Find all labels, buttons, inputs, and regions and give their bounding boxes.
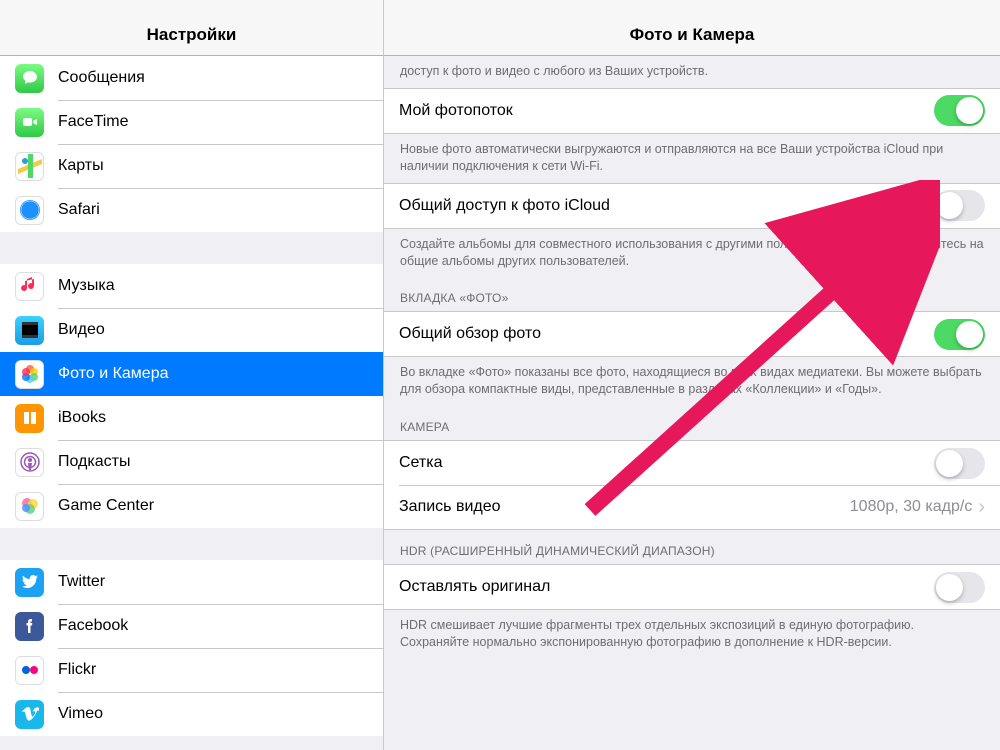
detail-pane: Фото и Камера доступ к фото и видео с лю… — [384, 0, 1000, 750]
facetime-icon — [15, 108, 44, 137]
icloud-sharing-label: Общий доступ к фото iCloud — [399, 197, 934, 215]
my-photostream-switch[interactable] — [934, 95, 985, 126]
keep-original-label: Оставлять оригинал — [399, 578, 934, 596]
summarize-photos-switch[interactable] — [934, 319, 985, 350]
sidebar-item-podcasts[interactable]: Подкасты — [0, 440, 383, 484]
sidebar-item-music[interactable]: Музыка — [0, 264, 383, 308]
detail-title: Фото и Камера — [630, 25, 755, 45]
summarize-photos-label: Общий обзор фото — [399, 325, 934, 343]
sidebar-item-label: Safari — [58, 201, 383, 219]
podcasts-icon — [15, 448, 44, 477]
keep-original-row[interactable]: Оставлять оригинал — [384, 565, 1000, 609]
summarize-photos-row[interactable]: Общий обзор фото — [384, 312, 1000, 356]
video-icon — [15, 316, 44, 345]
my-photostream-label: Мой фотопоток — [399, 102, 934, 120]
grid-row[interactable]: Сетка — [384, 441, 1000, 485]
sidebar-item-gamecenter[interactable]: Game Center — [0, 484, 383, 528]
sidebar-item-flickr[interactable]: Flickr — [0, 648, 383, 692]
maps-icon — [15, 152, 44, 181]
sidebar-item-facebook[interactable]: Facebook — [0, 604, 383, 648]
sidebar-item-label: Vimeo — [58, 705, 383, 723]
sidebar-item-label: Flickr — [58, 661, 383, 679]
photo-tab-header: ВКЛАДКА «ФОТО» — [384, 277, 1000, 311]
twitter-icon — [15, 568, 44, 597]
messages-icon — [15, 64, 44, 93]
icloud-photolib-footer: доступ к фото и видео с любого из Ваших … — [384, 56, 1000, 88]
sidebar-item-label: Facebook — [58, 617, 383, 635]
record-video-label: Запись видео — [399, 498, 850, 516]
sidebar-item-label: Сообщения — [58, 69, 383, 87]
sidebar-item-label: Подкасты — [58, 453, 383, 471]
vimeo-icon — [15, 700, 44, 729]
music-icon — [15, 272, 44, 301]
icloud-sharing-row[interactable]: Общий доступ к фото iCloud — [384, 184, 1000, 228]
sidebar-item-twitter[interactable]: Twitter — [0, 560, 383, 604]
sidebar-item-label: Game Center — [58, 497, 383, 515]
sidebar-item-label: Фото и Камера — [58, 365, 383, 383]
sidebar-item-label: Карты — [58, 157, 383, 175]
chevron-right-icon: › — [978, 497, 985, 517]
record-video-row[interactable]: Запись видео 1080p, 30 кадр/с › — [384, 485, 1000, 529]
safari-icon — [15, 196, 44, 225]
sidebar-item-label: Twitter — [58, 573, 383, 591]
photos-icon — [15, 360, 44, 389]
sidebar-navbar: Настройки — [0, 0, 383, 56]
sidebar-title: Настройки — [147, 25, 237, 45]
photostream-footer: Новые фото автоматически выгружаются и о… — [384, 134, 1000, 183]
sidebar-item-photos[interactable]: Фото и Камера — [0, 352, 383, 396]
my-photostream-row[interactable]: Мой фотопоток — [384, 89, 1000, 133]
sidebar-item-safari[interactable]: Safari — [0, 188, 383, 232]
hdr-header: HDR (РАСШИРЕННЫЙ ДИНАМИЧЕСКИЙ ДИАПАЗОН) — [384, 530, 1000, 564]
icloud-sharing-footer: Создайте альбомы для совместного использ… — [384, 229, 1000, 278]
facebook-icon — [15, 612, 44, 641]
grid-label: Сетка — [399, 454, 934, 472]
flickr-icon — [15, 656, 44, 685]
sidebar-item-label: Музыка — [58, 277, 383, 295]
keep-original-switch[interactable] — [934, 572, 985, 603]
sidebar-item-label: iBooks — [58, 409, 383, 427]
summarize-photos-footer: Во вкладке «Фото» показаны все фото, нах… — [384, 357, 1000, 406]
record-video-value: 1080p, 30 кадр/с — [850, 498, 973, 516]
detail-navbar: Фото и Камера — [384, 0, 1000, 56]
sidebar-item-messages[interactable]: Сообщения — [0, 56, 383, 100]
sidebar-item-video[interactable]: Видео — [0, 308, 383, 352]
icloud-sharing-switch[interactable] — [934, 190, 985, 221]
ibooks-icon — [15, 404, 44, 433]
sidebar-item-label: FaceTime — [58, 113, 383, 131]
sidebar-item-label: Видео — [58, 321, 383, 339]
sidebar: Настройки Сообщения FaceTime Карты Safari М… — [0, 0, 384, 750]
gamecenter-icon — [15, 492, 44, 521]
grid-switch[interactable] — [934, 448, 985, 479]
sidebar-item-maps[interactable]: Карты — [0, 144, 383, 188]
sidebar-item-vimeo[interactable]: Vimeo — [0, 692, 383, 736]
sidebar-item-ibooks[interactable]: iBooks — [0, 396, 383, 440]
sidebar-item-facetime[interactable]: FaceTime — [0, 100, 383, 144]
hdr-footer: HDR смешивает лучшие фрагменты трех отде… — [384, 610, 1000, 659]
camera-header: КАМЕРА — [384, 406, 1000, 440]
